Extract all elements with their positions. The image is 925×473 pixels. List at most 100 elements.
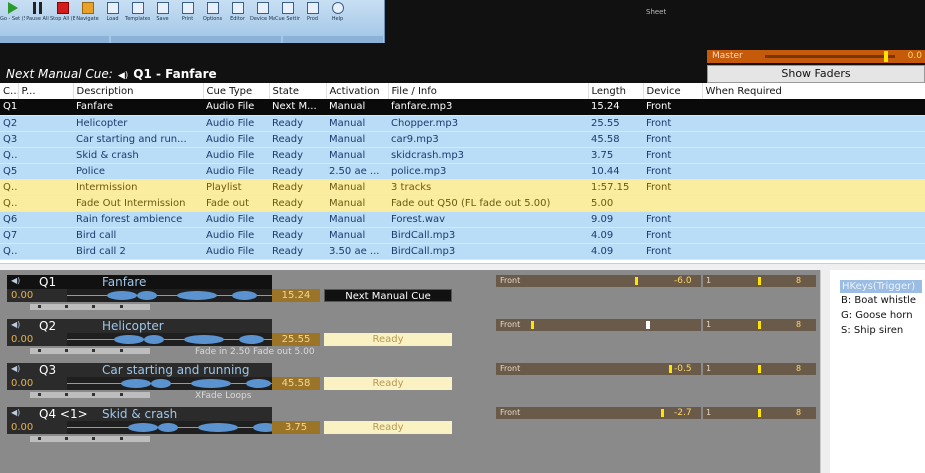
tool-button-7[interactable]: Print	[175, 0, 200, 34]
cue-row[interactable]: Q5... Fade Out IntermissionFade outReadyM…	[0, 195, 925, 212]
device-knob-2[interactable]	[758, 409, 761, 417]
cue-cell: Manual	[326, 195, 388, 212]
doc-icon	[231, 2, 244, 14]
tool-button-9[interactable]: Editor	[225, 0, 250, 34]
tool-button-11[interactable]: Cue Settings	[275, 0, 300, 34]
cue-row[interactable]: Q7 Bird call Audio File Ready Manual BirdCall…	[0, 227, 925, 244]
panel-fade-info: XFade Loops	[195, 391, 252, 401]
cue-row[interactable]: Q2 Helicopter Audio File Ready Manual Chopper…	[0, 115, 925, 132]
active-cue-panel: ◀) Q3 Car starting and running 0.00 45.58 Rea…	[0, 358, 820, 405]
waveform-blob	[144, 335, 164, 344]
column-header[interactable]: When Required	[702, 83, 925, 99]
device-knob[interactable]	[635, 277, 638, 285]
tool-button-3[interactable]: Navigate	[75, 0, 100, 34]
cue-cell: Ready	[269, 147, 326, 164]
cue-row[interactable]: Q3 Car starting and run... Audio File Ready…	[0, 131, 925, 148]
scrubber-dot	[120, 393, 123, 396]
cue-row[interactable]: Q6 Rain forest ambience Audio File Ready Man…	[0, 211, 925, 228]
tool-button-8[interactable]: Options	[200, 0, 225, 34]
panel-header[interactable]: ◀) Q3 Car starting and running	[7, 363, 272, 377]
waveform-blob	[121, 379, 151, 388]
vertical-scrollbar[interactable]	[820, 270, 830, 473]
column-header[interactable]: State	[269, 83, 327, 99]
device-knob[interactable]	[669, 365, 672, 373]
cue-row[interactable]: Q50 IntermissionPlaylistReadyManual3 trac…	[0, 179, 925, 196]
tool-button-1[interactable]: Pause All	[25, 0, 50, 34]
ribbon-groups	[0, 36, 385, 43]
column-header[interactable]: Description	[73, 83, 204, 99]
cue-cell: skidcrash.mp3	[388, 147, 588, 164]
panel-header[interactable]: ◀) Q1 Fanfare	[7, 275, 272, 289]
cue-cell: Front	[643, 227, 702, 244]
tool-button-10[interactable]: Device Map	[250, 0, 275, 34]
tool-label: Device Map	[250, 16, 275, 22]
device-knob-2[interactable]	[758, 365, 761, 373]
speaker-icon: ◀)	[117, 71, 129, 81]
tool-label: Editor	[230, 16, 245, 22]
cue-cell: Ready	[269, 115, 326, 132]
column-header[interactable]: Cue Type	[203, 83, 270, 99]
hotkey-item[interactable]: B: Boat whistle	[841, 293, 925, 308]
tool-button-4[interactable]: Load	[100, 0, 125, 34]
hotkey-item[interactable]: G: Goose horn	[841, 308, 925, 323]
panel-scrubber[interactable]	[30, 392, 150, 398]
tool-button-6[interactable]: Save	[150, 0, 175, 34]
tool-label: Cue Settings	[275, 16, 300, 22]
master-fader[interactable]: Master 0.0	[707, 50, 925, 63]
master-track[interactable]	[765, 55, 895, 58]
panel-position: 0.00	[7, 333, 67, 346]
column-header[interactable]: File / Info	[388, 83, 589, 99]
cue-list: CueP...DescriptionCue TypeStateActivatio…	[0, 83, 925, 269]
tool-button-12[interactable]: Prod	[300, 0, 325, 34]
cue-row[interactable]: Q1 Fanfare Audio File Next M... Manual fanfar…	[0, 99, 925, 116]
device-knob[interactable]	[531, 321, 534, 329]
cue-row[interactable]: Q7.1 Bird call 2Audio FileReady3.50 ae ..…	[0, 243, 925, 260]
device-fader[interactable]: Front 1 8	[496, 319, 816, 331]
waveform[interactable]	[67, 289, 272, 302]
device-fader[interactable]: Front -0.5 1 8	[496, 363, 816, 375]
circ-icon	[331, 2, 344, 14]
cue-row[interactable]: Q5 Police Audio File Ready 2.50 ae ... police…	[0, 163, 925, 180]
waveform[interactable]	[67, 377, 272, 390]
device-fader[interactable]: Front -6.0 1 8	[496, 275, 816, 287]
horizontal-scrollbar[interactable]	[0, 263, 925, 270]
cue-cell: Manual	[326, 147, 388, 164]
column-header[interactable]: P...	[18, 83, 74, 99]
tool-button-2[interactable]: Stop All (Esc)	[50, 0, 75, 34]
tool-button-5[interactable]: Templates	[125, 0, 150, 34]
column-header[interactable]: Device	[643, 83, 703, 99]
device-knob[interactable]	[661, 409, 664, 417]
active-cue-panel: ◀) Q4 <1> Skid & crash 0.00 3.75 Ready Front -2…	[0, 402, 820, 449]
cue-cell: 10.44	[588, 163, 643, 180]
panel-scrubber[interactable]	[30, 304, 150, 310]
tool-button-13[interactable]: Help	[325, 0, 350, 34]
master-knob[interactable]	[884, 51, 888, 62]
waveform[interactable]	[67, 421, 272, 434]
column-header[interactable]: Activation	[326, 83, 389, 99]
cue-cell: Audio File	[203, 227, 269, 244]
cue-row[interactable]: Q4+ Skid & crashAudio FileReadyManualskid…	[0, 147, 925, 164]
speaker-icon: ◀)	[11, 408, 21, 417]
show-faders-button[interactable]: Show Faders	[707, 65, 925, 83]
device-knob-2[interactable]	[758, 277, 761, 285]
column-header[interactable]: Cue	[0, 83, 19, 99]
panel-scrubber[interactable]	[30, 348, 150, 354]
device-fader[interactable]: Front -2.7 1 8	[496, 407, 816, 419]
cue-cell: 3.75	[588, 147, 643, 164]
cue-cell: Manual	[326, 227, 388, 244]
panel-header[interactable]: ◀) Q4 <1> Skid & crash	[7, 407, 272, 421]
device-channel-end: 8	[796, 320, 802, 329]
cue-cell: Chopper.mp3	[388, 115, 588, 132]
column-header[interactable]: Length	[588, 83, 644, 99]
doc-icon	[156, 2, 169, 14]
panel-header[interactable]: ◀) Q2 Helicopter	[7, 319, 272, 333]
tool-button-0[interactable]: Go - Set (Space)	[0, 0, 25, 34]
panel-scrubber[interactable]	[30, 436, 150, 442]
doc-icon	[106, 2, 119, 14]
device-knob-2[interactable]	[758, 321, 761, 329]
waveform[interactable]	[67, 333, 272, 346]
panel-state: Ready	[324, 421, 452, 434]
panel-state: Next Manual Cue	[324, 289, 452, 302]
panel-description: Skid & crash	[102, 407, 178, 421]
hotkey-item[interactable]: S: Ship siren	[841, 323, 925, 338]
